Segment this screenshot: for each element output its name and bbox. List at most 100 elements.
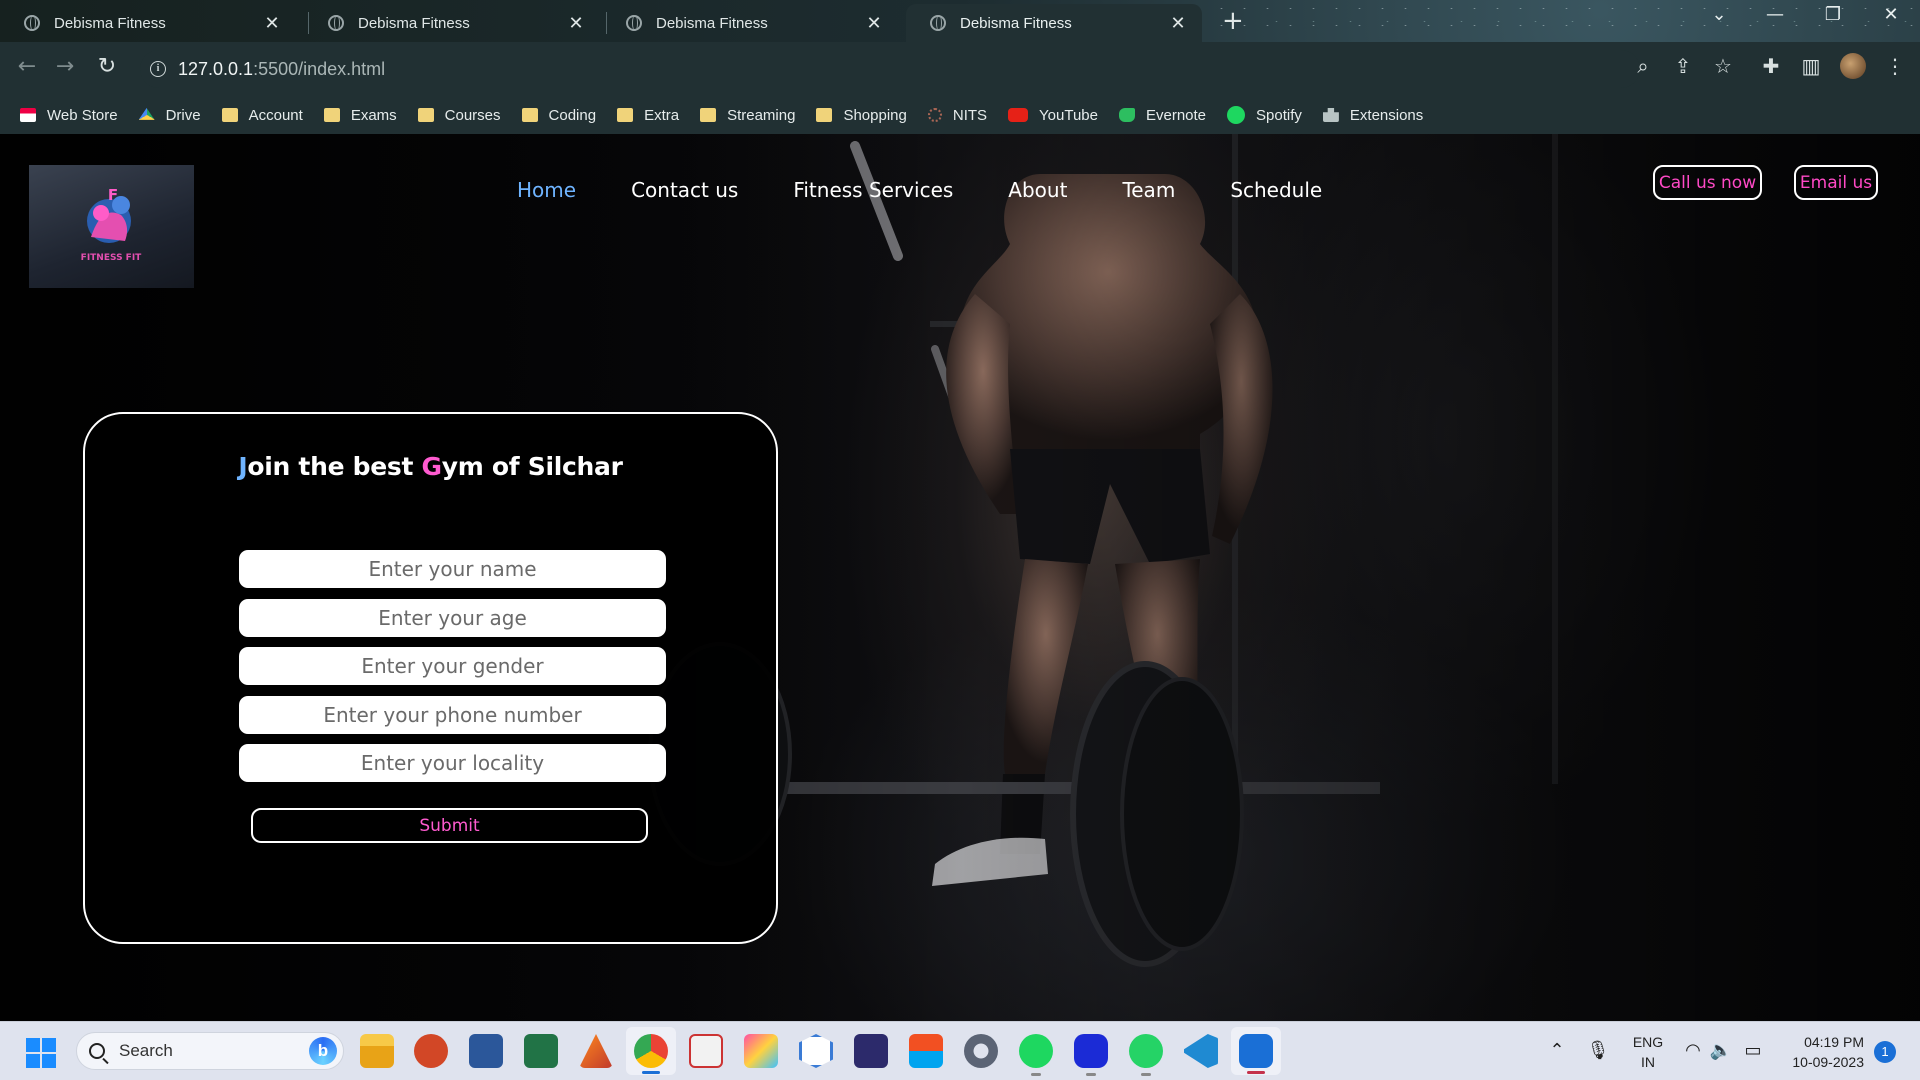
- gender-input[interactable]: [239, 647, 666, 685]
- bookmark-youtube[interactable]: YouTube: [1008, 107, 1098, 124]
- spotify-icon[interactable]: [1019, 1034, 1053, 1076]
- file-explorer-icon[interactable]: [360, 1034, 394, 1068]
- bookmark-nits[interactable]: NITS: [927, 107, 987, 124]
- email-us-button[interactable]: Email us: [1794, 165, 1878, 200]
- zoom-icon[interactable]: ⌕: [1628, 54, 1658, 78]
- close-icon[interactable]: ✕: [262, 13, 282, 34]
- whatsapp-icon[interactable]: [1129, 1034, 1163, 1076]
- bookmark-courses[interactable]: Courses: [417, 107, 501, 124]
- age-input[interactable]: [239, 599, 666, 637]
- bookmark-account[interactable]: Account: [221, 107, 303, 124]
- new-tab-button[interactable]: +: [1222, 6, 1244, 36]
- forward-icon[interactable]: →: [50, 54, 80, 79]
- store-icon[interactable]: [909, 1034, 943, 1068]
- side-panel-icon[interactable]: ▥: [1796, 54, 1826, 78]
- screen: Debisma Fitness ✕ Debisma Fitness ✕ Debi…: [0, 0, 1920, 1080]
- word-icon[interactable]: [469, 1034, 503, 1068]
- language-code: ENG: [1632, 1034, 1664, 1050]
- url-host: 127.0.0.1: [178, 58, 254, 79]
- vscode-icon[interactable]: [1184, 1034, 1218, 1068]
- evernote-icon: [1118, 108, 1135, 122]
- bookmark-label: Spotify: [1256, 106, 1302, 124]
- site-logo[interactable]: FITNESS FIT F: [29, 165, 194, 288]
- share-icon[interactable]: ⇪: [1668, 54, 1698, 78]
- windows-start-icon[interactable]: [26, 1038, 56, 1068]
- settings-icon[interactable]: [964, 1034, 998, 1068]
- back-icon[interactable]: ←: [12, 54, 42, 79]
- phone-input[interactable]: [239, 696, 666, 734]
- webex-icon[interactable]: [1074, 1034, 1108, 1076]
- bookmark-extensions[interactable]: Extensions: [1322, 107, 1423, 124]
- wifi-icon[interactable]: ◠: [1680, 1040, 1706, 1061]
- bookmark-star-icon[interactable]: ☆: [1708, 54, 1738, 78]
- minimize-icon[interactable]: —: [1760, 4, 1790, 25]
- close-icon[interactable]: ✕: [1168, 13, 1188, 34]
- call-us-button[interactable]: Call us now: [1653, 165, 1762, 200]
- taskbar-search[interactable]: Search b: [76, 1032, 344, 1070]
- bookmark-shopping[interactable]: Shopping: [816, 107, 907, 124]
- tab-title: Debisma Fitness: [656, 14, 768, 32]
- nav-team[interactable]: Team: [1122, 178, 1175, 202]
- paint-icon[interactable]: [744, 1034, 778, 1068]
- language-indicator[interactable]: ENG IN: [1628, 1032, 1668, 1072]
- tex-icon[interactable]: [854, 1034, 888, 1068]
- bookmark-web-store[interactable]: Web Store: [20, 107, 118, 124]
- powerpoint-icon[interactable]: [414, 1034, 448, 1068]
- snipping-tool-icon[interactable]: [689, 1034, 723, 1068]
- excel-icon[interactable]: [524, 1034, 558, 1068]
- menu-icon[interactable]: ⋮: [1880, 54, 1910, 78]
- close-window-icon[interactable]: ✕: [1876, 4, 1906, 25]
- bookmark-label: Exams: [350, 106, 397, 124]
- bookmark-drive[interactable]: Drive: [138, 107, 201, 124]
- volume-icon[interactable]: 🔈: [1708, 1040, 1734, 1061]
- chrome-icon[interactable]: [634, 1034, 668, 1068]
- nav-home[interactable]: Home: [517, 178, 576, 202]
- globe-icon: [930, 15, 946, 31]
- name-input[interactable]: [239, 550, 666, 588]
- close-icon[interactable]: ✕: [864, 13, 884, 34]
- close-icon[interactable]: ✕: [566, 13, 586, 34]
- spotify-icon: [1227, 106, 1246, 124]
- bookmark-label: Coding: [548, 106, 597, 124]
- folder-icon: [816, 108, 833, 122]
- hex-app-icon[interactable]: [799, 1034, 833, 1068]
- bookmark-streaming[interactable]: Streaming: [700, 107, 795, 124]
- notification-badge[interactable]: 1: [1874, 1041, 1896, 1063]
- matlab-icon[interactable]: [579, 1034, 613, 1068]
- extensions-icon[interactable]: ✚: [1756, 54, 1786, 78]
- bookmark-extra[interactable]: Extra: [617, 107, 679, 124]
- nav-contact-us[interactable]: Contact us: [631, 178, 738, 202]
- info-icon[interactable]: i: [150, 61, 166, 77]
- reload-icon[interactable]: ↻: [92, 54, 122, 79]
- tab-search-icon[interactable]: ⌄: [1704, 4, 1734, 25]
- time: 04:19 PM: [1804, 1034, 1864, 1050]
- microphone-icon[interactable]: 🎙: [1585, 1040, 1611, 1061]
- bookmark-label: Evernote: [1145, 106, 1207, 124]
- address-bar[interactable]: i 127.0.0.1 :5500/index.html: [140, 50, 1640, 88]
- store-icon: [20, 108, 36, 122]
- form-title: Join the best Gym of Silchar: [85, 452, 776, 481]
- browser-tab[interactable]: Debisma Fitness ✕: [304, 4, 600, 42]
- clock[interactable]: 04:19 PM 10-09-2023: [1774, 1032, 1864, 1072]
- nav-about[interactable]: About: [1008, 178, 1067, 202]
- chrome-active-indicator: [642, 1071, 660, 1074]
- bookmark-spotify[interactable]: Spotify: [1227, 106, 1302, 124]
- chevron-up-icon[interactable]: ⌃: [1544, 1040, 1570, 1061]
- bookmark-exams[interactable]: Exams: [323, 106, 397, 124]
- browser-tab[interactable]: Debisma Fitness ✕: [602, 4, 898, 42]
- browser-tab[interactable]: Debisma Fitness ✕: [0, 4, 296, 42]
- nav-fitness-services[interactable]: Fitness Services: [793, 178, 953, 202]
- bookmark-coding[interactable]: Coding: [521, 106, 597, 124]
- locality-input[interactable]: [239, 744, 666, 782]
- profile-avatar[interactable]: [1840, 53, 1866, 79]
- battery-icon[interactable]: ▭: [1740, 1040, 1766, 1061]
- submit-button[interactable]: Submit: [251, 808, 648, 843]
- live-server-icon[interactable]: [1239, 1034, 1273, 1068]
- bookmark-label: Web Store: [47, 106, 118, 124]
- browser-tab-active[interactable]: Debisma Fitness ✕: [906, 4, 1202, 42]
- nav-schedule[interactable]: Schedule: [1230, 178, 1322, 202]
- bing-icon[interactable]: b: [309, 1037, 337, 1065]
- bookmark-evernote[interactable]: Evernote: [1118, 106, 1207, 124]
- tab-title: Debisma Fitness: [358, 14, 470, 32]
- restore-icon[interactable]: ❐: [1818, 4, 1848, 25]
